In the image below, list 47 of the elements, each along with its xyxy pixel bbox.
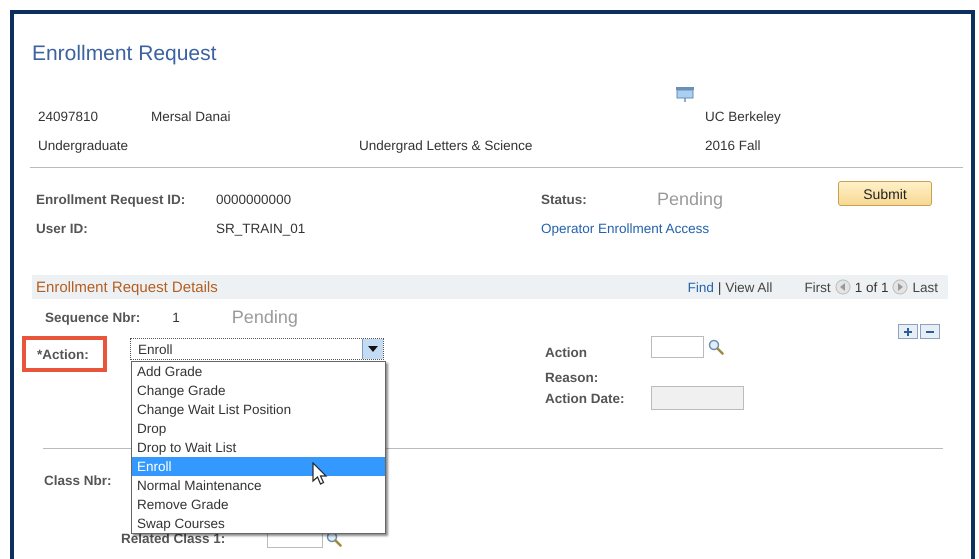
dropdown-option[interactable]: Swap Courses [132,514,385,533]
status-value: Pending [657,189,724,210]
link-separator: | [718,280,722,294]
institution: UC Berkeley [705,109,782,124]
dropdown-option[interactable]: Change Grade [132,381,385,400]
details-title: Enrollment Request Details [36,278,218,296]
request-id-label: Enrollment Request ID: [36,192,186,207]
operator-access-link[interactable]: Operator Enrollment Access [541,221,838,236]
student-id: 24097810 [38,109,100,124]
dropdown-option[interactable]: Normal Maintenance [132,476,385,495]
sequence-value: 1 [172,310,180,324]
user-id-label: User ID: [36,221,89,236]
page-title: Enrollment Request [32,42,216,66]
plus-icon [903,326,913,336]
first-link[interactable]: First [804,280,831,294]
search-icon[interactable] [708,339,724,355]
sequence-label: Sequence Nbr: [45,310,140,324]
dropdown-option[interactable]: Drop to Wait List [132,438,385,457]
last-link[interactable]: Last [912,280,938,294]
dropdown-option[interactable]: Change Wait List Position [132,400,385,419]
term: 2016 Fall [705,138,762,153]
submit-button[interactable]: Submit [838,181,932,206]
class-number-label: Class Nbr: [44,472,112,488]
request-id: 0000000000 [216,192,292,207]
page-counter: 1 of 1 [854,280,888,294]
cursor-icon [312,462,330,486]
dropdown-option[interactable]: Add Grade [132,362,385,381]
action-date-label: Action Date: [545,390,626,406]
dropdown-option[interactable]: Drop [132,419,385,438]
sequence-status: Pending [232,306,298,328]
user-id: SR_TRAIN_01 [216,221,306,236]
find-link[interactable]: Find [688,280,714,294]
dropdown-option[interactable]: Remove Grade [132,495,385,514]
delete-row-button[interactable] [920,324,940,339]
status-label: Status: [541,192,588,207]
related-class-label: Related Class 1: [121,531,226,546]
action-reason-field[interactable] [651,336,704,358]
add-row-button[interactable] [898,324,918,339]
view-all-link[interactable]: View All [725,280,772,294]
student-name: Mersal Danai [151,109,232,124]
action-label: *Action: [37,346,89,362]
career: Undergraduate [38,138,130,153]
screen-icon[interactable] [675,86,695,103]
program: Undergrad Letters & Science [359,138,534,153]
action-select[interactable]: Enroll [130,338,384,360]
action-reason-label: Action Reason: [545,344,600,386]
caret-icon[interactable] [362,339,383,359]
